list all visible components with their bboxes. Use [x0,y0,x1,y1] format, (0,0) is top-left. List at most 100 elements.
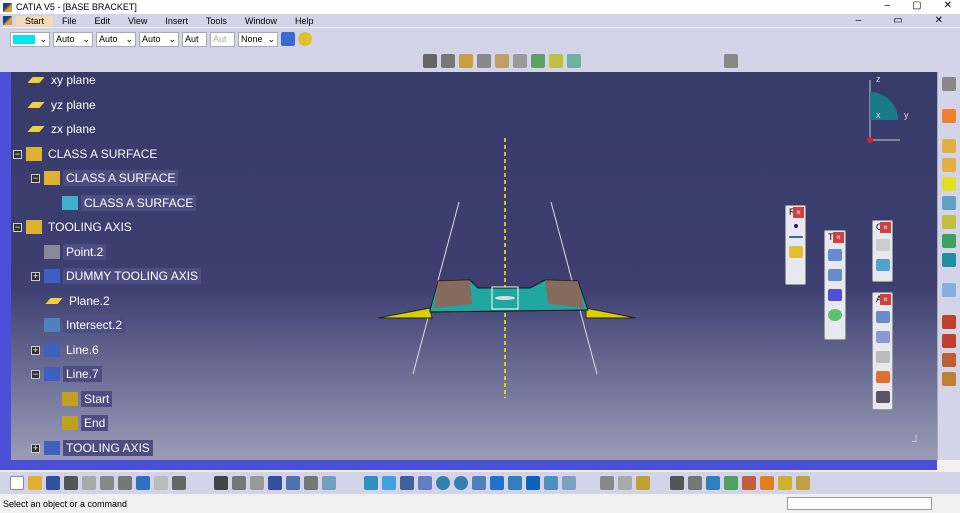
thickness-select[interactable]: Auto ⌄ [96,31,136,47]
sweep-icon[interactable] [942,215,956,229]
operation-icon-3[interactable] [942,353,956,367]
slot-icon[interactable] [549,54,563,68]
doc-minimize-button[interactable]: – [847,15,871,26]
sphere-icon[interactable] [942,177,956,191]
minimize-button[interactable]: – [885,0,891,11]
doc-restore-button[interactable]: ▭ [884,15,911,26]
close-button[interactable]: ✕ [944,0,952,11]
redo-icon[interactable] [154,476,168,490]
3d-viewport[interactable]: xy plane yz plane zx plane CLASS A SURFACE −… [0,72,937,460]
swap-space-icon[interactable] [562,476,576,490]
sectioning-icon[interactable] [875,371,890,383]
tree-node[interactable]: Start [62,389,113,409]
axis-system-icon[interactable] [828,249,842,261]
panel-close-button[interactable]: × [833,232,844,243]
workbench-icon-2[interactable] [796,476,810,490]
shading-icon[interactable] [526,476,540,490]
paste-icon[interactable] [118,476,132,490]
panel-close-button[interactable]: × [880,222,891,233]
tree-node[interactable]: TOOLING AXIS [44,438,153,458]
join-icon[interactable] [942,283,956,297]
normal-view-icon[interactable] [472,476,486,490]
tree-node[interactable]: Line.7 [44,364,102,384]
shaft-icon[interactable] [495,54,509,68]
menu-view[interactable]: View [119,16,156,26]
tools-panel[interactable]: T × [824,230,846,340]
zoom-out-icon[interactable] [454,476,468,490]
transform-icon[interactable] [828,269,842,281]
menu-insert[interactable]: Insert [156,16,197,26]
tree-node[interactable]: CLASS A SURFACE [26,144,160,164]
linestyle-select[interactable]: Auto ⌄ [139,31,179,47]
constraint-panel[interactable]: C × [872,220,893,282]
knowledge-icon[interactable] [232,476,246,490]
capture-icon[interactable] [670,476,684,490]
catalog-icon[interactable] [304,476,318,490]
new-icon[interactable] [10,476,24,490]
menu-tools[interactable]: Tools [197,16,236,26]
multi-view-icon[interactable] [490,476,504,490]
blend-icon[interactable] [942,253,956,267]
reference-elements-panel[interactable]: R × [785,205,806,285]
collapse-toggle[interactable]: − [31,174,40,183]
properties-icon[interactable] [298,32,312,46]
pocket-icon[interactable] [477,54,491,68]
hide-show-icon[interactable] [544,476,558,490]
hierarchy-icon[interactable] [286,476,300,490]
panel-close-button[interactable]: × [793,207,804,218]
iso-view-icon[interactable] [508,476,522,490]
workbench-icon-1[interactable] [778,476,792,490]
rib-icon[interactable] [531,54,545,68]
extrude-icon[interactable] [942,139,956,153]
analysis-panel[interactable]: A × [872,292,893,410]
point-icon[interactable] [793,224,798,228]
menu-start[interactable]: Start [16,15,54,26]
snap-icon[interactable] [828,309,842,321]
3d-annotation-icon[interactable] [875,351,890,363]
constraint-icon[interactable] [875,239,890,251]
tree-node[interactable]: Line.6 [44,340,102,360]
tree-node[interactable]: CLASS A SURFACE [44,168,179,188]
color-select[interactable]: ⌄ [10,31,50,47]
menu-window[interactable]: Window [236,16,286,26]
table-icon[interactable] [268,476,282,490]
collapse-toggle[interactable]: − [31,370,40,379]
tree-node[interactable]: xy plane [26,72,99,90]
layer-select[interactable]: Aut [182,31,207,47]
save-icon[interactable] [46,476,60,490]
text-annotation-icon[interactable] [875,311,890,323]
open-icon[interactable] [28,476,42,490]
whats-this-icon[interactable] [172,476,186,490]
tree-node[interactable]: CLASS A SURFACE [62,193,197,213]
filter-select[interactable]: None ⌄ [238,31,278,47]
painter-icon[interactable] [281,32,295,46]
collapse-toggle[interactable]: − [13,149,22,159]
menu-file[interactable]: File [53,16,86,26]
panel-close-button[interactable]: × [880,294,891,305]
analysis-icon-3[interactable] [742,476,756,490]
command-input[interactable] [787,497,932,510]
tree-node[interactable]: Plane.2 [44,291,113,311]
loft-icon[interactable] [567,54,581,68]
tree-node[interactable]: TOOLING AXIS [26,217,135,237]
measure-icon-2[interactable] [618,476,632,490]
sketch-icon[interactable] [423,54,437,68]
expand-toggle[interactable]: + [31,443,40,453]
rotate-icon[interactable] [418,476,432,490]
tree-icon[interactable] [322,476,336,490]
copy-icon[interactable] [100,476,114,490]
linetype-select[interactable]: Auto ⌄ [53,31,93,47]
measure-between-icon[interactable] [875,391,890,403]
pad-icon[interactable] [459,54,473,68]
maximize-button[interactable]: ▢ [912,0,921,11]
cut-icon[interactable] [82,476,96,490]
expand-toggle[interactable]: + [31,272,40,281]
fit-all-icon[interactable] [382,476,396,490]
tree-node[interactable]: DUMMY TOOLING AXIS [44,266,202,286]
face-icon[interactable] [441,54,455,68]
print-icon[interactable] [64,476,78,490]
collapse-toggle[interactable]: − [13,223,22,232]
horizontal-scrollbar[interactable] [0,460,937,470]
macro-icon[interactable] [250,476,264,490]
tree-node[interactable]: zx plane [26,119,99,139]
